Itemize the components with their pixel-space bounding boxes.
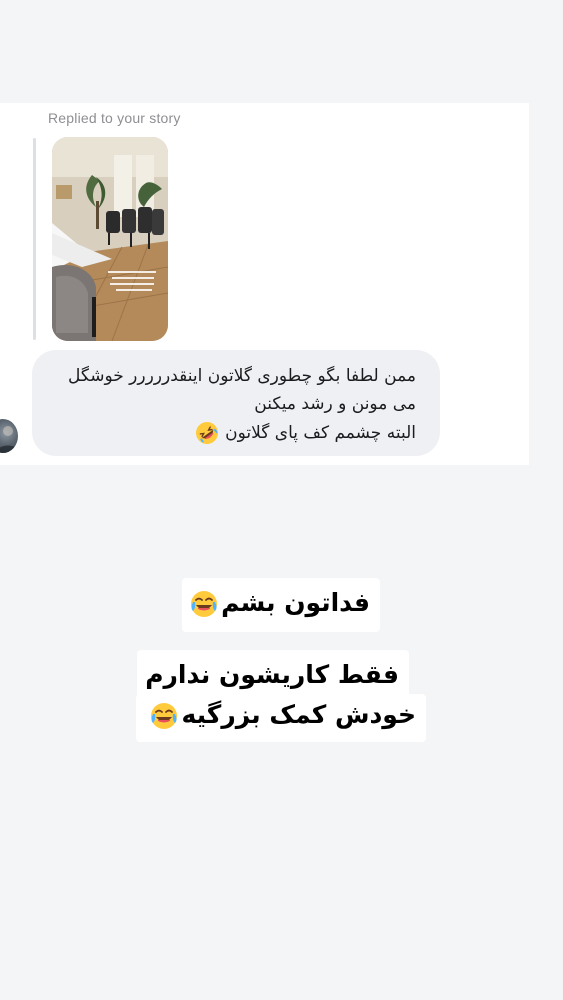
sticker-1-content: فداتون بشم — [189, 588, 370, 619]
message-line-2: می مونن و رشد میکنن — [254, 394, 416, 414]
face-with-tears-of-joy-icon — [149, 701, 179, 731]
sticker-2-line-2-content: خودش کمک بزرگیه — [149, 700, 416, 731]
message-line-3-text: البته چشمم کف پای گلاتون — [225, 423, 416, 443]
rolling-on-floor-laughing-icon — [195, 421, 219, 445]
sticker-text-1: فداتون بشم — [182, 578, 380, 632]
sticker-text-2-line-2: خودش کمک بزرگیه — [136, 694, 426, 742]
sticker-2-line-1: فقط کاریشون ندارم — [145, 660, 399, 689]
reply-indicator-bar — [33, 138, 36, 340]
replied-to-story-label: Replied to your story — [48, 110, 181, 126]
face-with-tears-of-joy-icon — [189, 589, 219, 619]
message-bubble[interactable]: ممن لطفا بگو چطوری گلاتون اینقدررررر خوش… — [32, 350, 440, 456]
message-line-1: ممن لطفا بگو چطوری گلاتون اینقدررررر خوش… — [67, 366, 416, 386]
sticker-1-text: فداتون بشم — [221, 588, 370, 617]
story-thumbnail[interactable] — [52, 137, 168, 341]
sticker-text-2-line-1: فقط کاریشون ندارم — [137, 650, 409, 700]
sticker-2-line-2-text: خودش کمک بزرگیه — [181, 700, 416, 729]
message-line-3: البته چشمم کف پای گلاتون — [195, 421, 416, 445]
story-photo-thumbnail-icon — [52, 137, 168, 341]
